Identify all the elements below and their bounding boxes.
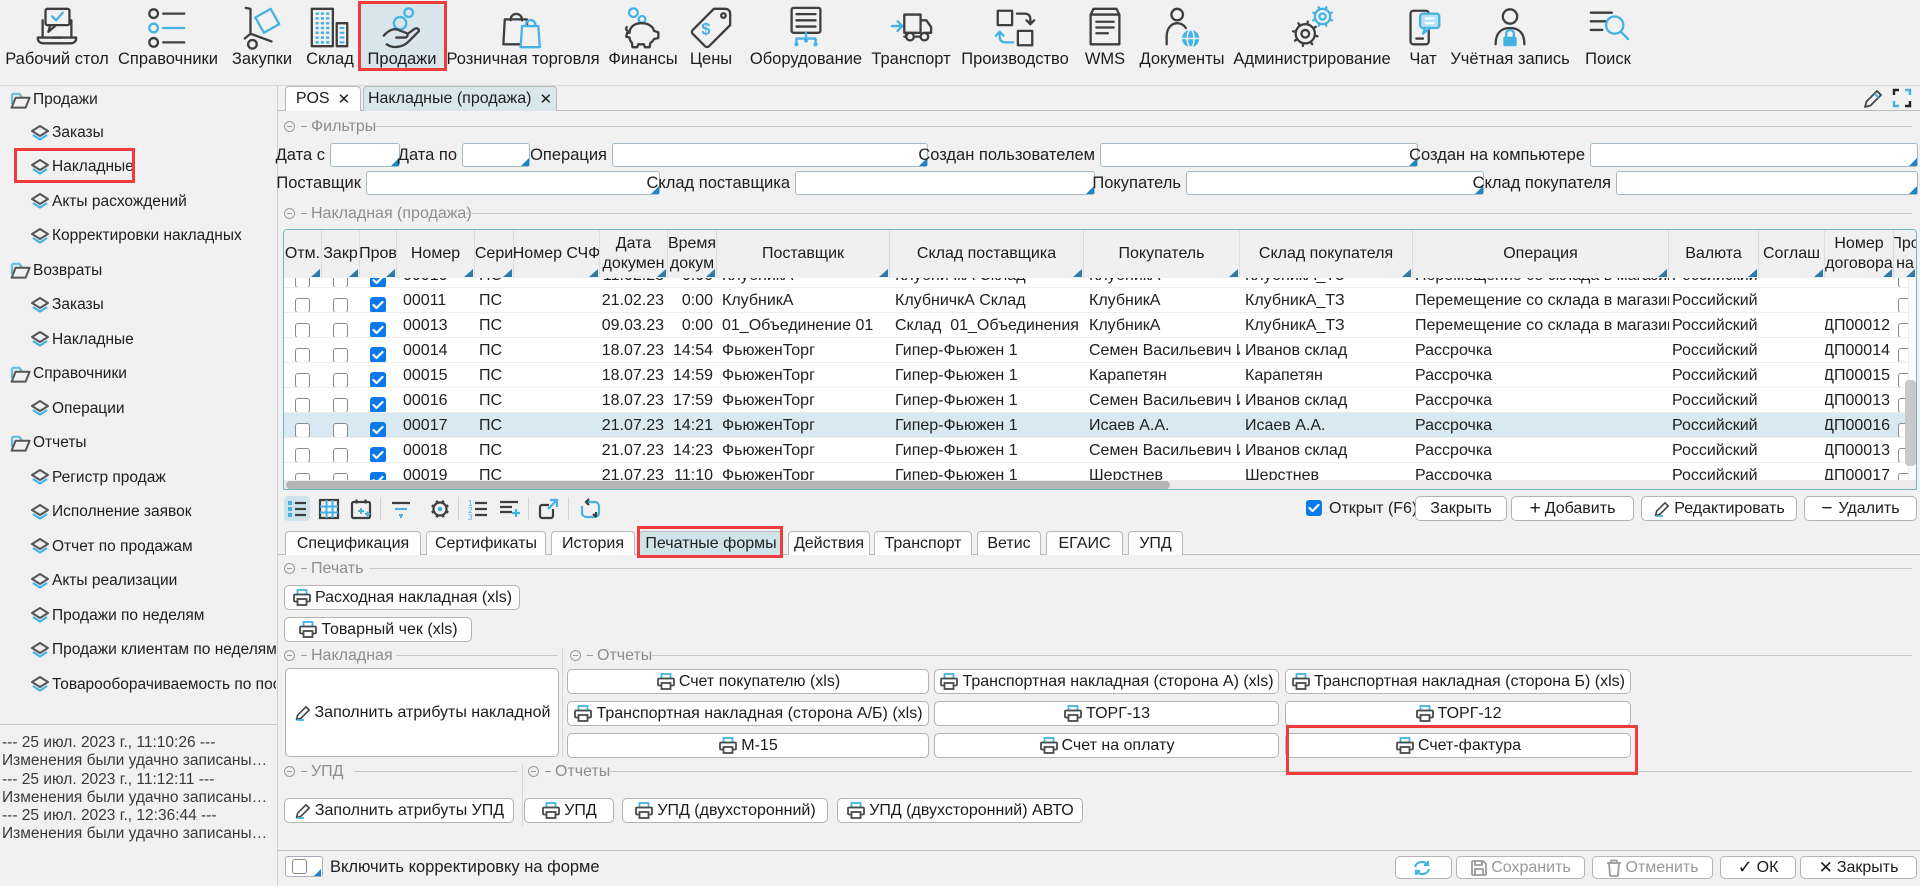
svg-text:3: 3 xyxy=(468,513,473,520)
svg-text:$: $ xyxy=(701,21,710,39)
